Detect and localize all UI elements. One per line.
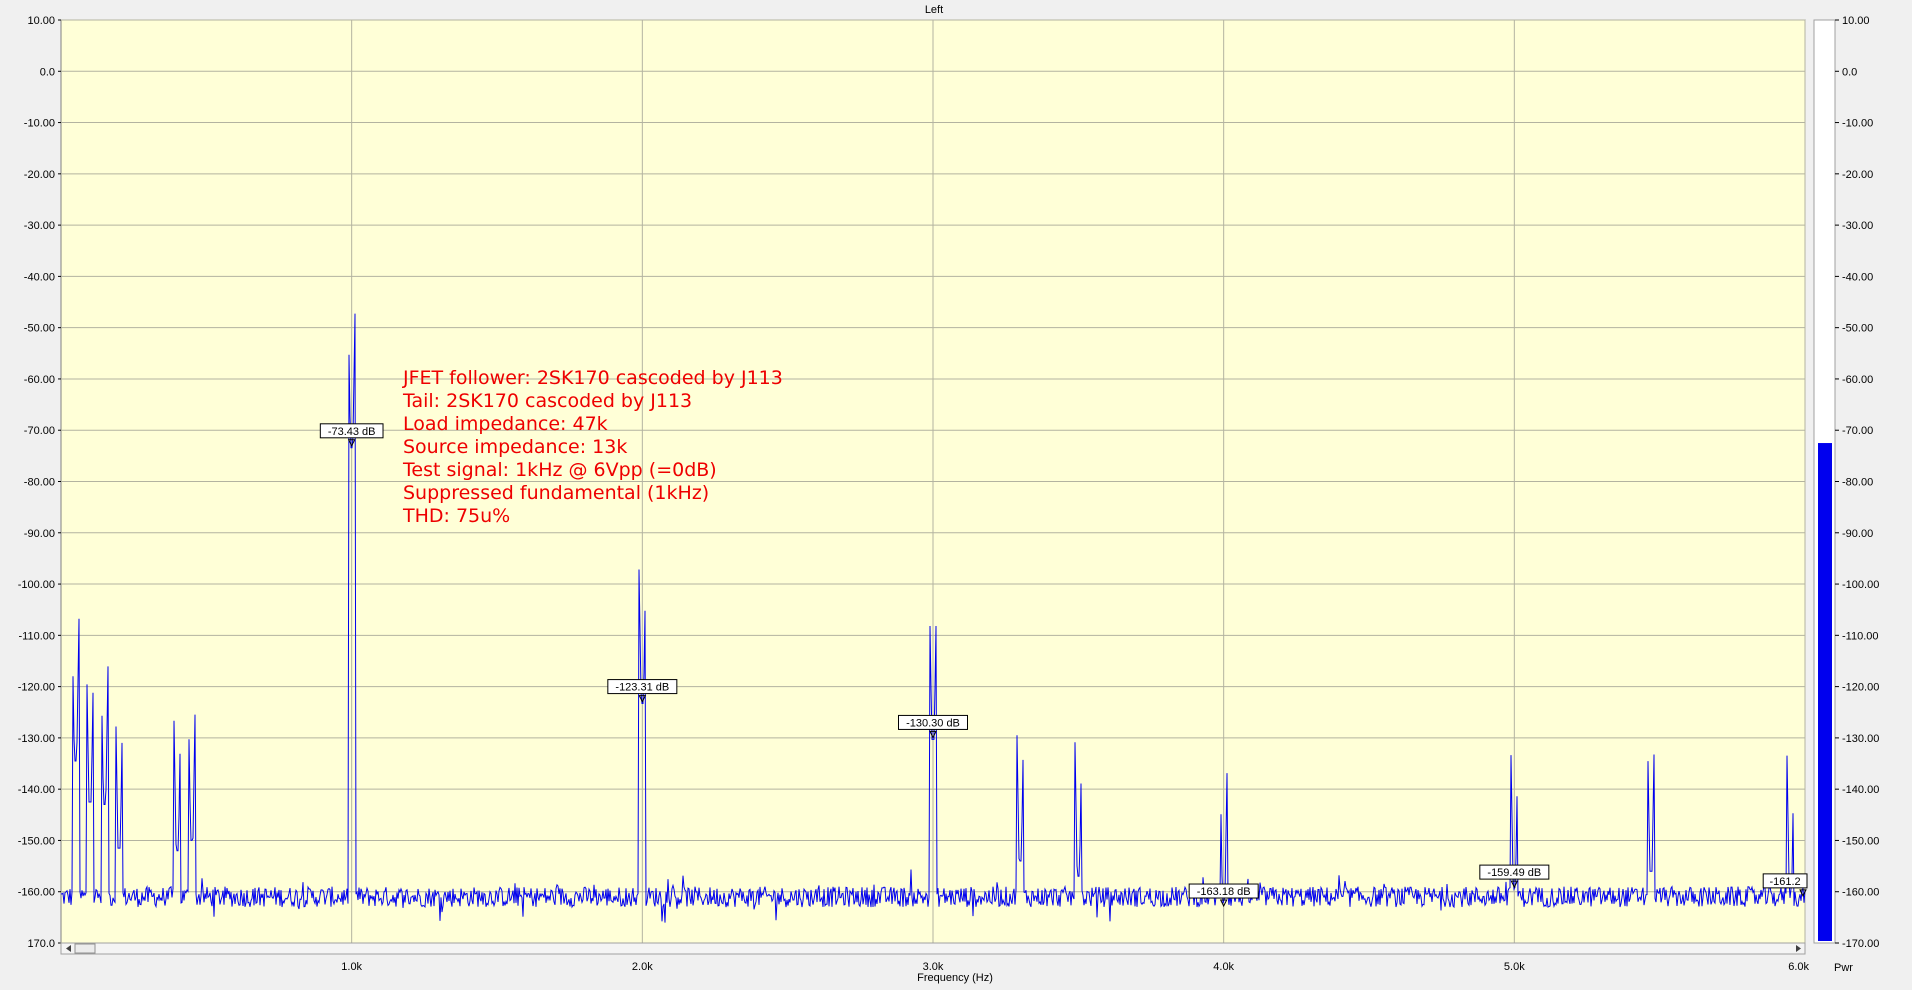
- annotation-line: Test signal: 1kHz @ 6Vpp (=0dB): [402, 459, 717, 481]
- peak-marker-label: -163.18 dB: [1197, 886, 1251, 898]
- y-tick-label: -130.00: [18, 733, 55, 745]
- meter-tick-label: -100.00: [1842, 579, 1879, 591]
- meter-tick-label: -20.00: [1842, 169, 1873, 181]
- y-tick-label: -10.00: [24, 118, 55, 130]
- y-tick-label: -50.00: [24, 323, 55, 335]
- plot-area[interactable]: 10.00 0.0 -10.00 -20.00 -30.00 -40.00 -50.00 -6…: [18, 15, 1810, 973]
- peak-marker-label: -123.31 dB: [615, 682, 669, 694]
- x-tick-label: 5.0k: [1504, 961, 1525, 973]
- meter-tick-label: -30.00: [1842, 220, 1873, 232]
- peak-marker-label: -161.2: [1769, 876, 1800, 888]
- y-tick-label: 170.0: [27, 938, 55, 950]
- annotation-line: JFET follower: 2SK170 cascoded by J113: [402, 367, 783, 389]
- x-tick-label: 4.0k: [1213, 961, 1234, 973]
- x-tick-label: 6.0k: [1788, 961, 1809, 973]
- horizontal-scrollbar[interactable]: [60, 942, 1806, 955]
- meter-tick-label: -160.00: [1842, 887, 1879, 899]
- meter-tick-label: -80.00: [1842, 477, 1873, 489]
- meter-tick-label: -120.00: [1842, 682, 1879, 694]
- meter-tick-label: -10.00: [1842, 118, 1873, 130]
- peak-marker-label: -130.30 dB: [906, 717, 960, 729]
- y-axis-ticks: 10.00 0.0 -10.00 -20.00 -30.00 -40.00 -50.00 -6…: [18, 15, 61, 950]
- y-tick-label: -160.00: [18, 887, 55, 899]
- annotation-line: Load impedance: 47k: [403, 413, 608, 435]
- peak-marker-label: -159.49 dB: [1487, 867, 1541, 879]
- spectrum-chart: Left 10.00 0.0 -10.00 -20.00 -30.00 -40.00 -50…: [18, 4, 1880, 984]
- y-tick-label: -30.00: [24, 220, 55, 232]
- y-tick-label: -20.00: [24, 169, 55, 181]
- y-tick-label: 10.00: [27, 15, 55, 27]
- y-tick-label: -150.00: [18, 835, 55, 847]
- meter-scale: 10.00 0.0 -10.00 -20.00 -30.00 -40.00 -50.00 -6…: [1835, 15, 1879, 950]
- y-tick-label: -110.00: [19, 630, 56, 642]
- meter-bar: [1818, 443, 1832, 941]
- analyzer-window: Left 10.00 0.0 -10.00 -20.00 -30.00 -40.00 -50…: [0, 0, 1912, 985]
- peak-marker-label: -73.43 dB: [328, 426, 376, 438]
- scrollbar-thumb[interactable]: [74, 943, 96, 954]
- chart-title: Left: [925, 4, 943, 16]
- meter-tick-label: -40.00: [1842, 271, 1873, 283]
- y-tick-label: -120.00: [18, 682, 55, 694]
- meter-label: Pwr: [1834, 962, 1853, 974]
- meter-tick-label: 0.0: [1842, 66, 1857, 78]
- meter-tick-label: 10.00: [1842, 15, 1870, 27]
- x-axis-label: Frequency (Hz): [917, 972, 993, 984]
- y-tick-label: -90.00: [24, 528, 55, 540]
- x-axis-ticks: 1.0k 2.0k 3.0k 4.0k 5.0k 6.0k: [341, 961, 1809, 973]
- y-tick-label: -140.00: [18, 784, 55, 796]
- y-tick-label: -40.00: [24, 271, 55, 283]
- annotation-line: Tail: 2SK170 cascoded by J113: [402, 390, 692, 412]
- annotation-line: Source impedance: 13k: [403, 436, 627, 458]
- y-tick-label: -70.00: [24, 425, 55, 437]
- scrollbar-track[interactable]: [60, 942, 1806, 955]
- meter-tick-label: -90.00: [1842, 528, 1873, 540]
- meter-tick-label: -60.00: [1842, 374, 1873, 386]
- x-tick-label: 1.0k: [341, 961, 362, 973]
- meter-tick-label: -70.00: [1842, 425, 1873, 437]
- level-meter: 10.00 0.0 -10.00 -20.00 -30.00 -40.00 -50.00 -6…: [1813, 15, 1879, 974]
- x-tick-label: 2.0k: [632, 961, 653, 973]
- annotation-line: THD: 75u%: [402, 505, 510, 527]
- y-tick-label: 0.0: [40, 66, 55, 78]
- y-tick-label: -60.00: [24, 374, 55, 386]
- meter-tick-label: -170.00: [1842, 938, 1879, 950]
- meter-tick-label: -50.00: [1842, 323, 1873, 335]
- meter-tick-label: -130.00: [1842, 733, 1879, 745]
- meter-tick-label: -140.00: [1842, 784, 1879, 796]
- annotation-line: Suppressed fundamental (1kHz): [403, 482, 709, 504]
- meter-tick-label: -150.00: [1842, 835, 1879, 847]
- meter-tick-label: -110.00: [1842, 630, 1879, 642]
- y-tick-label: -100.00: [18, 579, 55, 591]
- y-tick-label: -80.00: [24, 477, 55, 489]
